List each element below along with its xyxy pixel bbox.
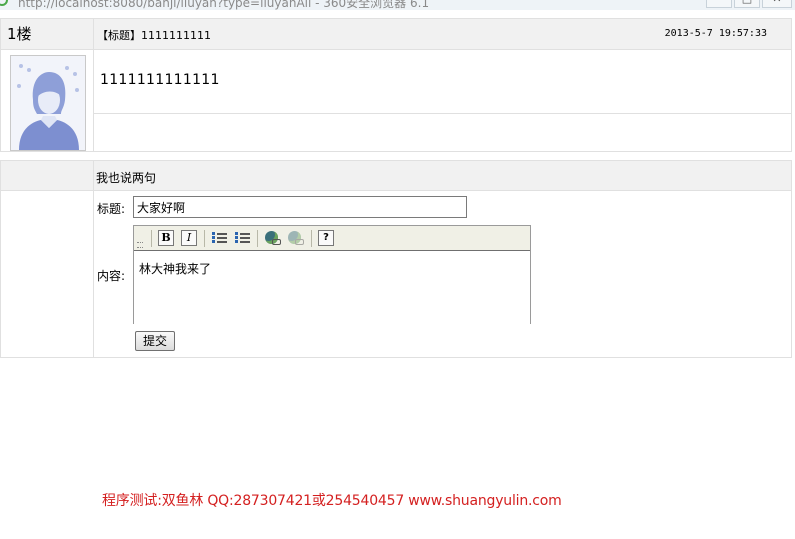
bold-button[interactable]: B [158, 230, 174, 246]
content-text: 林大神我来了 [139, 262, 212, 276]
unlink-chain-icon [295, 239, 304, 245]
insert-link-button[interactable] [264, 230, 281, 246]
close-button[interactable]: ✕ [762, 0, 792, 8]
ordered-list-icon [212, 232, 215, 235]
floor-number: 1楼 [1, 19, 94, 50]
link-chain-icon [272, 239, 281, 245]
minimize-button[interactable]: – [706, 0, 732, 8]
window-title: http://localhost:8080/banji/liuyan?type=… [18, 0, 430, 10]
reply-header: 我也说两句 [94, 161, 791, 191]
user-avatar [10, 55, 86, 151]
message-post: 1楼 【标题】1111111111 2013-5-7 19:57:33 1111… [0, 18, 792, 152]
toolbar-separator [257, 230, 258, 247]
list-lines-icon [240, 233, 250, 235]
toolbar-separator [311, 230, 312, 247]
avatar-image [11, 56, 85, 150]
footer-credits: 程序测试:双鱼林 QQ:287307421或254540457 www.shua… [102, 493, 562, 509]
unordered-list-button[interactable] [235, 230, 251, 246]
rich-text-editor: B I ? 林大神我来了 [133, 225, 531, 324]
post-header: 【标题】1111111111 2013-5-7 19:57:33 [94, 19, 791, 50]
submit-button[interactable]: 提交 [135, 331, 175, 351]
post-content: 1111111111111 [94, 50, 791, 114]
toolbar-separator [204, 230, 205, 247]
maximize-button[interactable]: □ [734, 0, 760, 8]
reply-heading: 我也说两句 [96, 171, 157, 185]
unordered-list-icon [235, 232, 238, 235]
remove-link-button[interactable] [287, 230, 304, 246]
title-label: 标题: [97, 202, 126, 216]
content-textarea[interactable]: 林大神我来了 [133, 251, 531, 324]
browser-logo-icon [0, 0, 8, 6]
toolbar-separator [151, 230, 152, 247]
post-date: 2013-5-7 19:57:33 [664, 28, 767, 39]
content-label: 内容: [97, 269, 126, 283]
avatar-column [1, 50, 94, 151]
reply-left-column [1, 191, 94, 357]
italic-button[interactable]: I [181, 230, 197, 246]
title-input[interactable] [133, 196, 467, 218]
browser-titlebar: http://localhost:8080/banji/liuyan?type=… [0, 0, 795, 10]
ordered-list-button[interactable] [212, 230, 228, 246]
list-lines-icon [217, 233, 227, 235]
editor-toolbar: B I ? [134, 226, 530, 251]
toolbar-grip-icon [137, 242, 143, 248]
help-button[interactable]: ? [318, 230, 334, 246]
post-title: 【标题】1111111111 [97, 29, 211, 42]
reply-header-left [1, 161, 94, 191]
post-content-text: 1111111111111 [100, 72, 220, 88]
